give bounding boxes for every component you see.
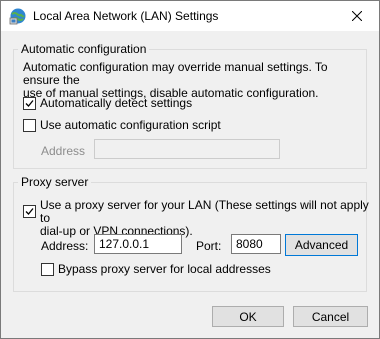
close-button[interactable] — [335, 1, 379, 31]
network-settings-icon — [9, 7, 27, 25]
auto-detect-checkbox-box[interactable] — [23, 96, 36, 110]
window-title: Local Area Network (LAN) Settings — [33, 9, 219, 23]
use-proxy-checkbox[interactable]: Use a proxy server for your LAN (These s… — [23, 199, 379, 238]
script-address-input[interactable] — [94, 139, 280, 159]
auto-config-description: Automatic configuration may override man… — [23, 61, 363, 100]
auto-detect-settings-label: Automatically detect settings — [40, 96, 193, 110]
title-bar: Local Area Network (LAN) Settings — [1, 1, 379, 31]
proxy-address-label: Address: — [41, 239, 89, 253]
auto-config-script-checkbox-box[interactable] — [23, 118, 36, 132]
checkmark-icon — [25, 208, 34, 215]
proxy-port-label: Port: — [196, 239, 222, 253]
bypass-local-label: Bypass proxy server for local addresses — [58, 262, 271, 276]
lan-settings-dialog: Local Area Network (LAN) Settings Automa… — [0, 0, 380, 339]
script-address-label: Address — [41, 144, 86, 158]
bypass-local-checkbox-box[interactable] — [41, 262, 54, 276]
auto-config-description-line1: Automatic configuration may override man… — [23, 60, 328, 87]
close-icon — [352, 11, 362, 21]
proxy-port-input[interactable]: 8080 — [231, 234, 281, 254]
use-proxy-label: Use a proxy server for your LAN (These s… — [40, 199, 379, 238]
auto-config-script-label: Use automatic configuration script — [40, 118, 221, 132]
ok-button[interactable]: OK — [212, 306, 284, 327]
bypass-local-checkbox[interactable]: Bypass proxy server for local addresses — [41, 262, 271, 276]
auto-config-script-checkbox[interactable]: Use automatic configuration script — [23, 118, 221, 132]
auto-detect-settings-checkbox[interactable]: Automatically detect settings — [23, 96, 192, 110]
use-proxy-label-line1: Use a proxy server for your LAN (These s… — [40, 198, 369, 225]
proxy-address-input[interactable]: 127.0.0.1 — [94, 234, 182, 254]
checkmark-icon — [25, 99, 34, 107]
use-proxy-checkbox-box[interactable] — [23, 205, 36, 218]
cancel-button[interactable]: Cancel — [293, 306, 368, 327]
group-label-automatic-configuration: Automatic configuration — [18, 42, 150, 56]
advanced-button[interactable]: Advanced — [285, 234, 358, 256]
group-label-proxy-server: Proxy server — [18, 175, 92, 189]
